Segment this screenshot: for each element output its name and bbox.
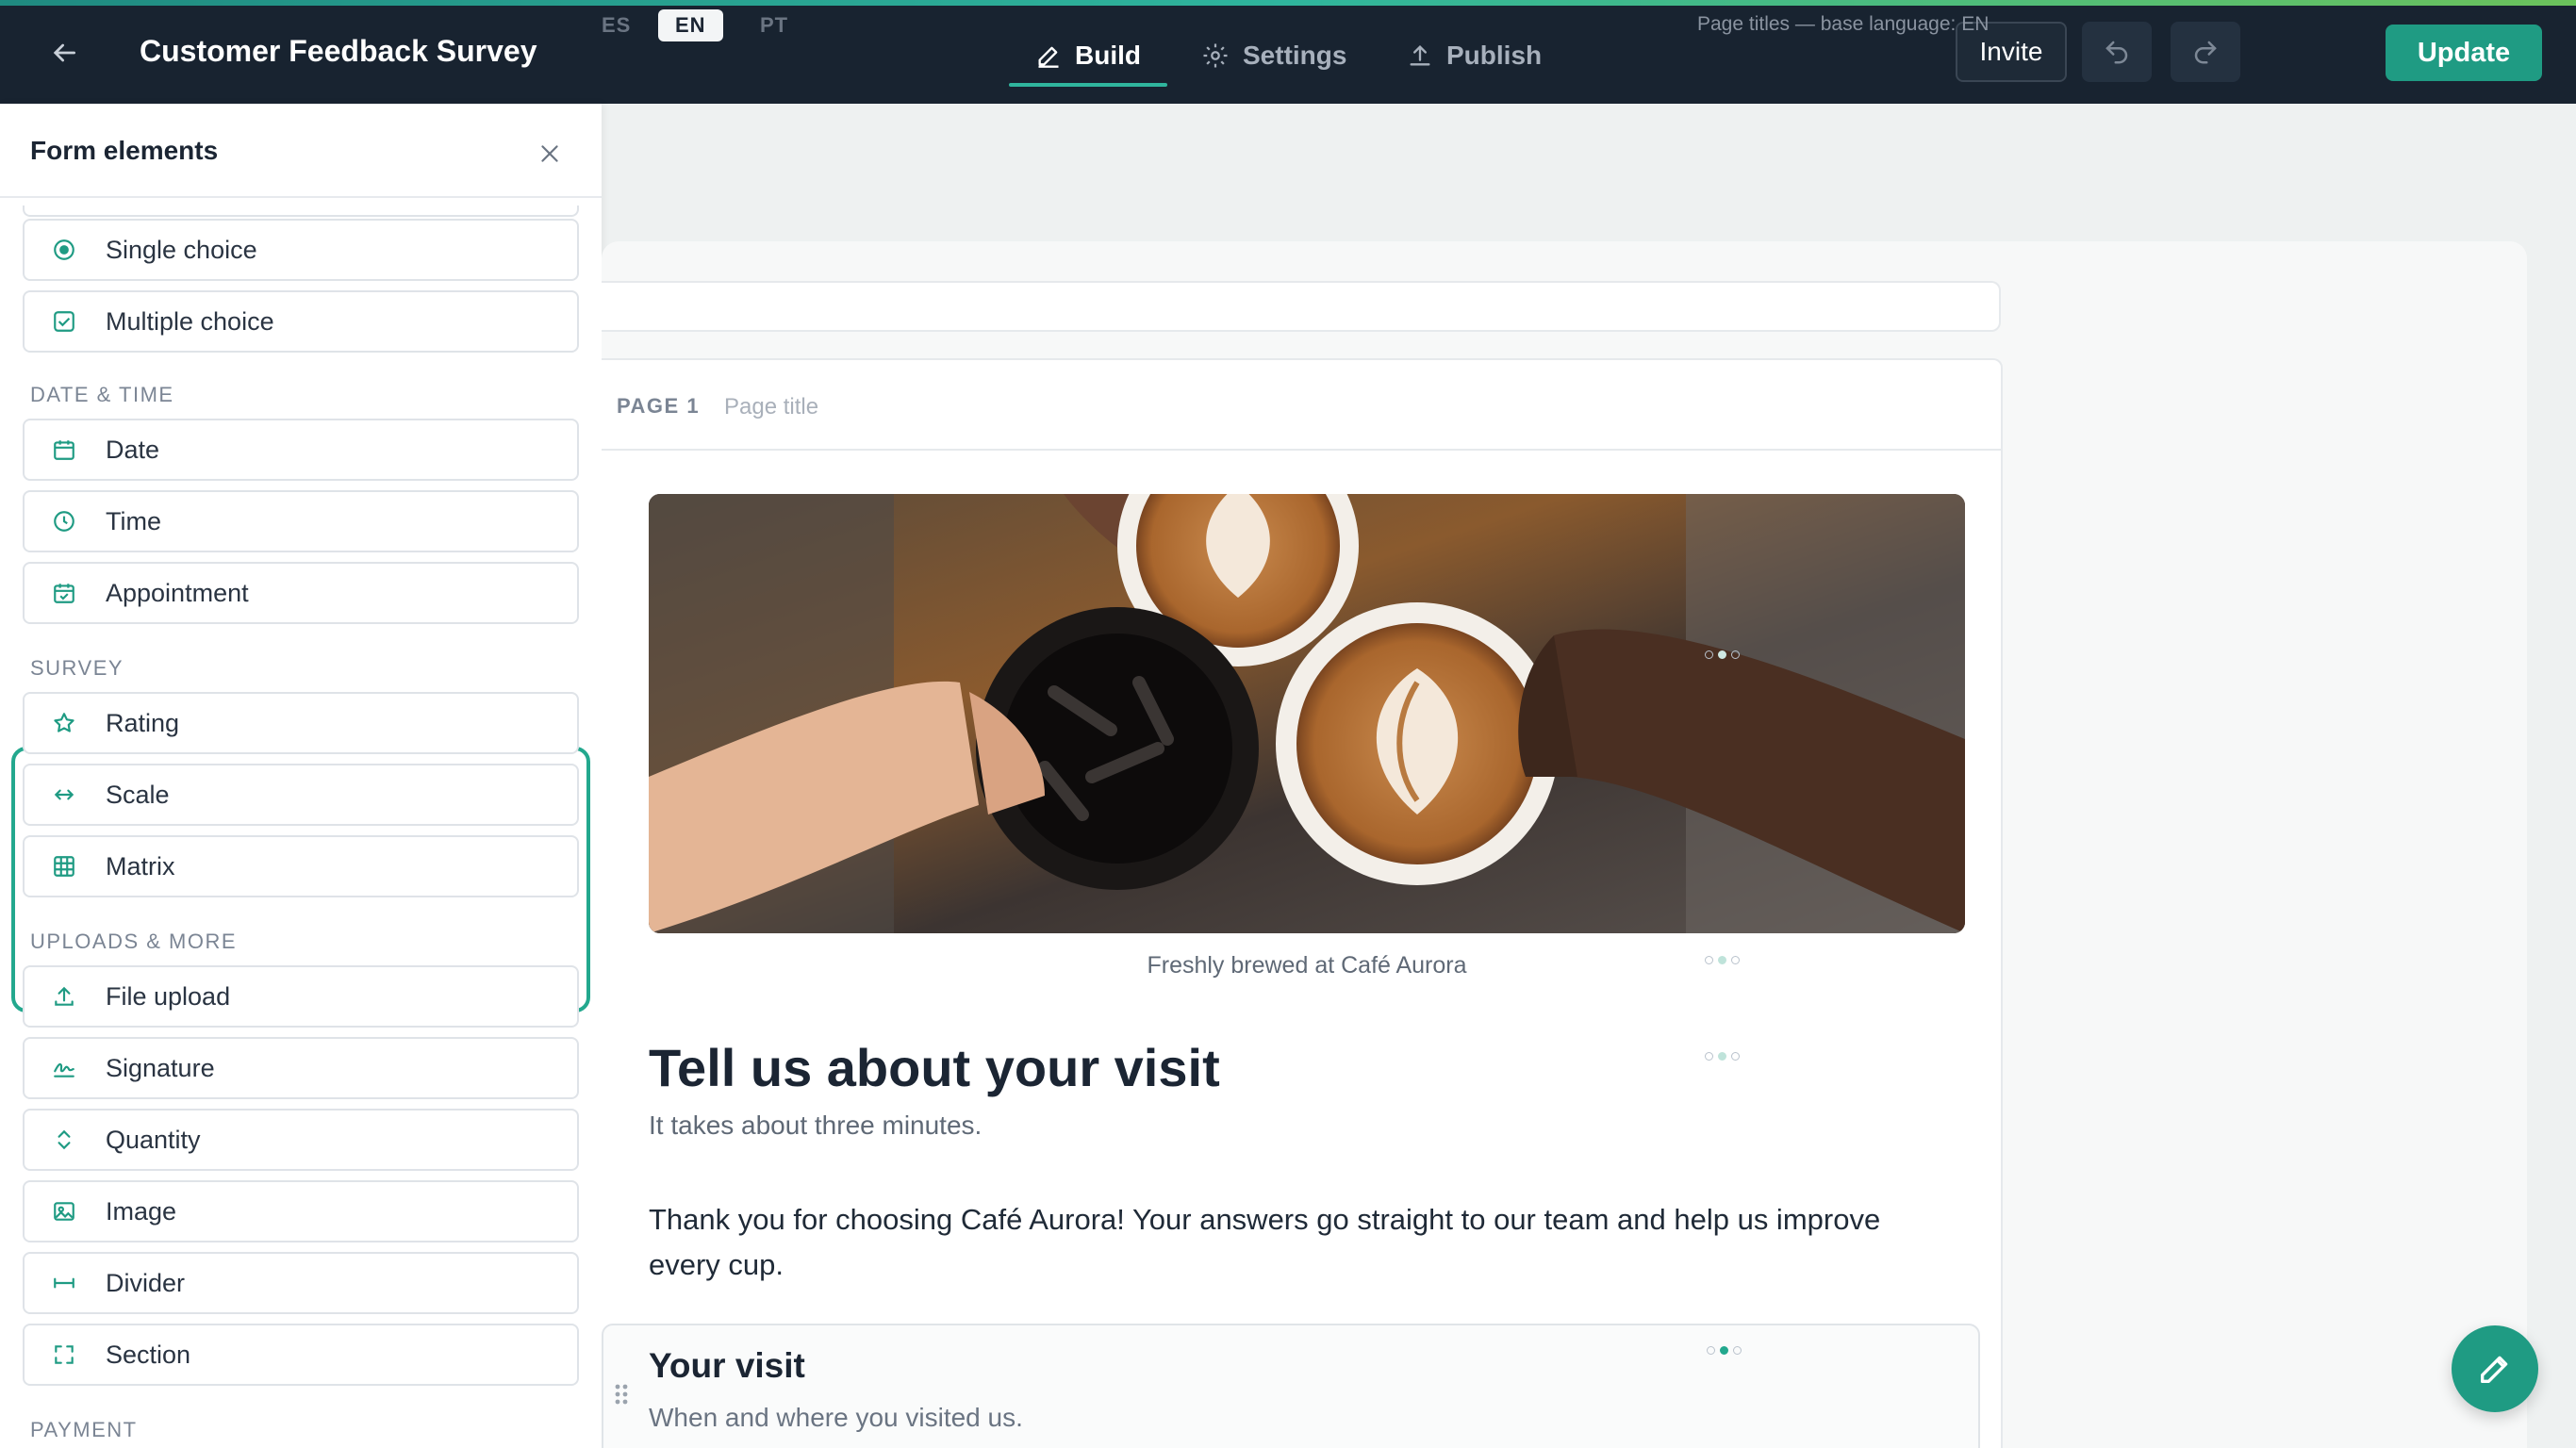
tab-build[interactable]: Build bbox=[1009, 28, 1167, 87]
signature-icon bbox=[51, 1055, 77, 1081]
edit-fab-button[interactable] bbox=[2452, 1325, 2538, 1412]
element-divider[interactable]: Divider bbox=[23, 1252, 579, 1314]
element-label: Appointment bbox=[106, 578, 249, 607]
undo-icon bbox=[2105, 41, 2128, 64]
element-label: Image bbox=[106, 1196, 177, 1226]
section-label-survey: SURVEY bbox=[30, 656, 124, 680]
chevrons-updown-icon bbox=[51, 1127, 77, 1153]
element-rating[interactable]: Rating bbox=[23, 692, 579, 754]
section-label-uploads: UPLOADS & MORE bbox=[30, 930, 238, 953]
close-panel-button[interactable] bbox=[534, 138, 566, 170]
calendar-icon bbox=[51, 436, 77, 463]
language-tab-pt[interactable]: PT bbox=[760, 13, 788, 38]
top-bar: Customer Feedback Survey Build Settings … bbox=[0, 0, 2576, 104]
pencil-icon bbox=[2481, 1356, 2508, 1383]
redo-icon bbox=[2194, 41, 2217, 64]
element-appointment[interactable]: Appointment bbox=[23, 562, 579, 624]
tab-build-label: Build bbox=[1075, 41, 1141, 70]
section-icon bbox=[51, 1341, 77, 1368]
element-label: Matrix bbox=[106, 851, 175, 880]
undo-button[interactable] bbox=[2082, 22, 2152, 82]
image-caption: Freshly brewed at Café Aurora bbox=[1147, 952, 1467, 979]
divider-icon bbox=[51, 1270, 77, 1296]
close-icon bbox=[541, 145, 558, 162]
tab-settings[interactable]: Settings bbox=[1201, 28, 1346, 83]
image-options-menu[interactable] bbox=[1705, 650, 1740, 659]
language-tab-en[interactable]: EN bbox=[658, 9, 723, 41]
update-button[interactable]: Update bbox=[2386, 25, 2542, 81]
element-label: Divider bbox=[106, 1268, 186, 1297]
top-accent-stripe bbox=[0, 0, 2576, 6]
calendar-check-icon bbox=[51, 580, 77, 606]
intro-paragraph[interactable]: Thank you for choosing Café Aurora! Your… bbox=[649, 1197, 1912, 1288]
heading-options-menu[interactable] bbox=[1705, 956, 1740, 964]
element-date[interactable]: Date bbox=[23, 419, 579, 481]
section-label-payment: PAYMENT bbox=[30, 1418, 138, 1441]
gear-icon bbox=[1203, 43, 1228, 68]
element-multiple-choice[interactable]: Multiple choice bbox=[23, 290, 579, 353]
element-label: Quantity bbox=[106, 1125, 201, 1154]
page-number: PAGE 1 bbox=[617, 394, 701, 418]
tab-publish-label: Publish bbox=[1446, 41, 1543, 70]
form-elements-panel: Form elements Single choice Multiple cho… bbox=[0, 104, 602, 1448]
upload-icon bbox=[1410, 45, 1430, 66]
radio-icon bbox=[51, 237, 77, 263]
language-bar bbox=[602, 281, 2001, 332]
element-file-upload[interactable]: File upload bbox=[23, 965, 579, 1028]
section-subtitle[interactable]: When and where you visited us. bbox=[649, 1403, 1023, 1433]
section-title[interactable]: Your visit bbox=[649, 1346, 805, 1386]
clock-icon bbox=[51, 508, 77, 535]
coffee-cups-photo bbox=[649, 494, 1965, 933]
element-single-choice[interactable]: Single choice bbox=[23, 219, 579, 281]
hero-image[interactable] bbox=[649, 494, 1965, 933]
page-subheading[interactable]: It takes about three minutes. bbox=[649, 1111, 982, 1141]
element-quantity[interactable]: Quantity bbox=[23, 1109, 579, 1171]
section-options-menu[interactable] bbox=[1707, 1346, 1742, 1355]
element-signature[interactable]: Signature bbox=[23, 1037, 579, 1099]
element-matrix[interactable]: Matrix bbox=[23, 835, 579, 897]
element-section[interactable]: Section bbox=[23, 1324, 579, 1386]
panel-title: Form elements bbox=[30, 136, 219, 165]
drag-handle-icon[interactable] bbox=[613, 1382, 630, 1411]
checkbox-icon bbox=[51, 308, 77, 335]
element-image[interactable]: Image bbox=[23, 1180, 579, 1242]
element-label: Rating bbox=[106, 708, 180, 737]
element-label: Signature bbox=[106, 1053, 215, 1082]
element-label: Multiple choice bbox=[106, 306, 274, 336]
tab-settings-label: Settings bbox=[1243, 41, 1347, 70]
element-label: Section bbox=[106, 1340, 191, 1369]
page-title-input[interactable] bbox=[724, 388, 1196, 426]
element-label: Time bbox=[106, 506, 161, 535]
back-button[interactable] bbox=[45, 34, 83, 72]
element-label: Scale bbox=[106, 780, 170, 809]
redo-button[interactable] bbox=[2171, 22, 2240, 82]
text-options-menu[interactable] bbox=[1705, 1052, 1740, 1061]
page-card: PAGE 1 Page title Freshly brewed at Café… bbox=[602, 358, 2003, 1448]
tab-publish[interactable]: Publish bbox=[1407, 28, 1542, 83]
language-tab-es[interactable]: ES bbox=[602, 13, 631, 38]
language-note: Page titles — base language: EN bbox=[1697, 13, 1990, 35]
element-item-partial[interactable] bbox=[23, 206, 579, 217]
section-block[interactable]: Your visit When and where you visited us… bbox=[602, 1324, 1980, 1448]
upload-icon bbox=[51, 983, 77, 1010]
pencil-icon bbox=[1038, 46, 1059, 68]
arrows-horizontal-icon bbox=[51, 782, 77, 808]
panel-header: Form elements bbox=[0, 104, 602, 198]
page-header: PAGE 1 bbox=[602, 360, 2001, 451]
grid-icon bbox=[51, 853, 77, 880]
star-icon bbox=[51, 710, 77, 736]
image-icon bbox=[51, 1198, 77, 1225]
element-label: File upload bbox=[106, 981, 231, 1011]
section-label-date-time: DATE & TIME bbox=[30, 383, 174, 406]
element-label: Single choice bbox=[106, 235, 257, 264]
element-scale[interactable]: Scale bbox=[23, 764, 579, 826]
arrow-left-icon bbox=[53, 43, 75, 62]
page-heading[interactable]: Tell us about your visit bbox=[649, 1037, 1220, 1098]
element-label: Date bbox=[106, 435, 160, 464]
element-time[interactable]: Time bbox=[23, 490, 579, 552]
form-title: Customer Feedback Survey bbox=[140, 34, 537, 68]
